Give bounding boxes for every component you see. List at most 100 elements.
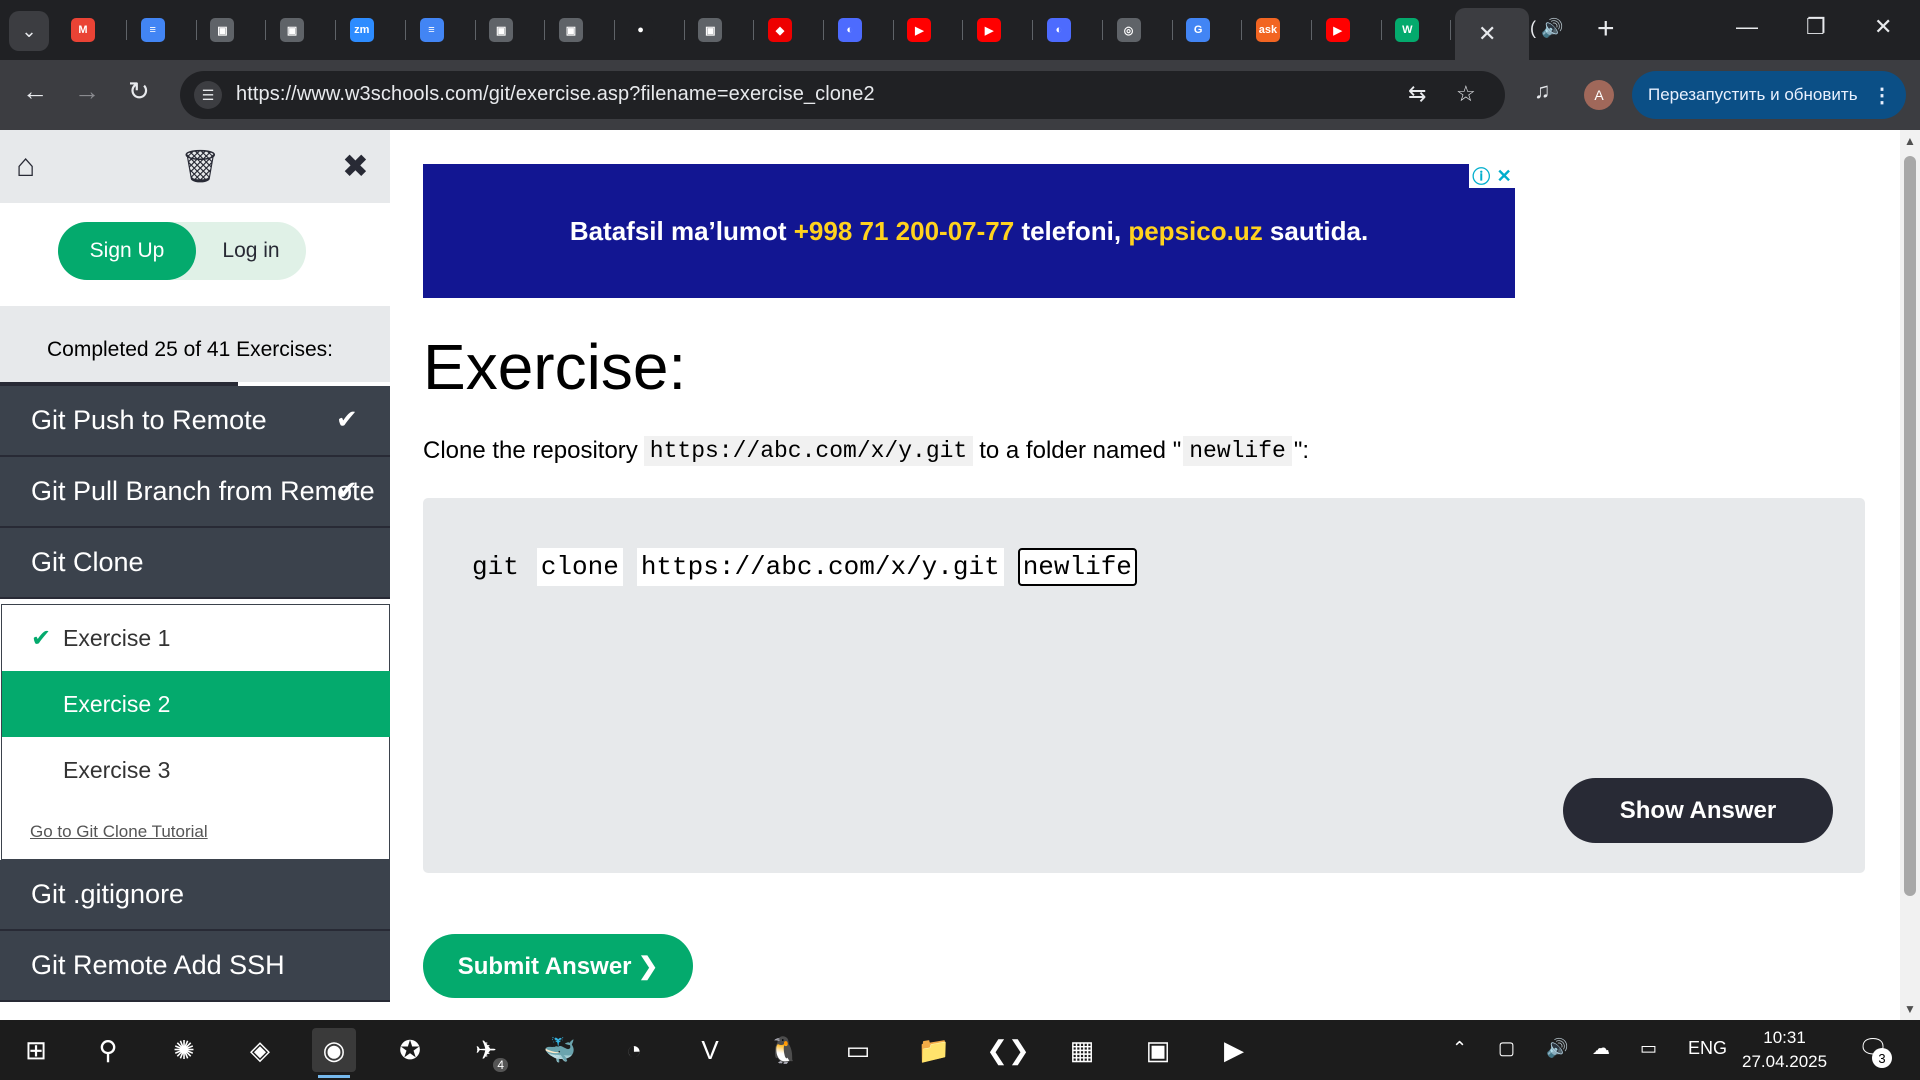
- page-scrollbar[interactable]: ▲ ▼: [1900, 130, 1920, 1020]
- translate-page-icon[interactable]: ⇆: [1408, 81, 1426, 107]
- bookmark-star-icon[interactable]: ☆: [1456, 81, 1476, 107]
- browser-tab[interactable]: ask: [1243, 8, 1312, 52]
- volume-icon[interactable]: 🔊: [1546, 1038, 1568, 1059]
- tab-separator: [1450, 20, 1452, 40]
- site-settings-icon[interactable]: ☰: [194, 81, 222, 109]
- menu-item-git-gitignore[interactable]: Git .gitignore: [0, 860, 390, 931]
- browser-tab[interactable]: ▣: [685, 8, 755, 52]
- browser-tab[interactable]: ◐: [1034, 8, 1103, 52]
- scroll-down-icon[interactable]: ▼: [1904, 1002, 1916, 1016]
- active-tab[interactable]: ✕: [1455, 8, 1529, 60]
- browser-tab[interactable]: M: [58, 8, 127, 52]
- browser-tab[interactable]: ▶: [894, 8, 964, 52]
- menu-item-git-push-to-remote[interactable]: Git Push to Remote ✔: [0, 386, 390, 457]
- onedrive-icon[interactable]: ☁: [1592, 1038, 1610, 1059]
- browser-tab[interactable]: ▣: [546, 8, 615, 52]
- log-in-button[interactable]: Log in: [206, 222, 296, 280]
- close-icon[interactable]: ✖: [342, 147, 369, 185]
- browser-tab[interactable]: G: [1173, 8, 1243, 52]
- audio-tab-speaker-icon[interactable]: ( 🔊: [1530, 18, 1563, 39]
- notification-center-icon[interactable]: 🗨 3: [1858, 1034, 1892, 1068]
- scroll-up-icon[interactable]: ▲: [1904, 134, 1916, 148]
- tutorial-link[interactable]: Go to Git Clone Tutorial: [30, 822, 208, 842]
- terminal-app-icon[interactable]: ▣: [1136, 1028, 1180, 1072]
- close-window-icon[interactable]: ✕: [1874, 14, 1892, 40]
- answer-input[interactable]: newlife: [1017, 548, 1137, 586]
- trash-icon[interactable]: 🗑: [180, 147, 221, 185]
- code-token: git: [472, 552, 519, 582]
- url-text[interactable]: https://www.w3schools.com/git/exercise.a…: [236, 83, 875, 106]
- windows-start-icon[interactable]: ⊞: [14, 1028, 58, 1072]
- menu-item-git-clone[interactable]: Git Clone: [0, 528, 390, 599]
- check-icon: ✔: [31, 624, 52, 652]
- exercise-item-2[interactable]: Exercise 2: [2, 671, 390, 737]
- copilot-icon[interactable]: ◈: [238, 1028, 282, 1072]
- menu-item-git-remote-add-ssh[interactable]: Git Remote Add SSH: [0, 931, 390, 1002]
- reload-icon[interactable]: ↻: [128, 76, 150, 107]
- battery-icon[interactable]: ▭: [1640, 1038, 1657, 1059]
- tray-device-icon[interactable]: ▢: [1498, 1038, 1515, 1059]
- youtube-icon: ▶: [907, 18, 932, 42]
- media-control-icon[interactable]: ♫: [1534, 78, 1551, 104]
- deepseek-icon: ◐: [1046, 18, 1071, 42]
- advertisement-banner[interactable]: Batafsil ma’lumot +998 71 200-07-77 tele…: [423, 164, 1515, 298]
- browser-tab[interactable]: ▣: [197, 8, 267, 52]
- docker-icon[interactable]: 🐳: [538, 1028, 582, 1072]
- youtube-icon: ▶: [1325, 18, 1350, 42]
- new-tab-plus-icon[interactable]: +: [1597, 12, 1615, 46]
- ad-info-icon[interactable]: ⓘ: [1472, 163, 1490, 189]
- browser-tab[interactable]: ◆: [755, 8, 824, 52]
- browser-tab[interactable]: ▣: [267, 8, 337, 52]
- telegram-icon[interactable]: ✈ 4: [464, 1028, 508, 1072]
- browser-tab[interactable]: ▶: [1313, 8, 1382, 52]
- language-indicator[interactable]: ENG: [1688, 1038, 1727, 1059]
- tray-chevron-icon[interactable]: ⌃: [1452, 1038, 1467, 1059]
- browser-tab[interactable]: ▶: [964, 8, 1034, 52]
- forward-arrow-icon[interactable]: →: [74, 76, 100, 107]
- app-x64-icon[interactable]: ▦: [1060, 1028, 1104, 1072]
- menu-item-label: Git Push to Remote: [31, 405, 267, 435]
- close-tab-icon[interactable]: ✕: [1478, 21, 1496, 47]
- sign-up-button[interactable]: Sign Up: [58, 222, 196, 280]
- home-icon[interactable]: ⌂: [16, 147, 35, 184]
- edge-icon[interactable]: ◔: [612, 1028, 656, 1072]
- search-icon[interactable]: ⚲: [86, 1028, 130, 1072]
- browser-tab[interactable]: ≡: [407, 8, 476, 52]
- clock-time: 10:31: [1763, 1028, 1806, 1047]
- address-bar[interactable]: ☰ https://www.w3schools.com/git/exercise…: [180, 71, 1505, 119]
- exercise-item-1[interactable]: ✔ Exercise 1: [2, 605, 390, 671]
- browser-tab[interactable]: W: [1382, 8, 1452, 52]
- browser-tab[interactable]: ◎: [1104, 8, 1173, 52]
- terminal-icon[interactable]: ▭: [836, 1028, 880, 1072]
- file-explorer-icon[interactable]: 📁: [912, 1028, 956, 1072]
- chatgpt-icon[interactable]: ✺: [162, 1028, 206, 1072]
- visual-studio-icon[interactable]: V: [688, 1028, 732, 1072]
- system-clock[interactable]: 10:31 27.04.2025: [1742, 1026, 1827, 1074]
- browser-tab[interactable]: zm: [337, 8, 406, 52]
- more-menu-icon[interactable]: ⋮: [1872, 83, 1892, 108]
- vscode-icon[interactable]: ❮❯: [986, 1028, 1030, 1072]
- gmail-icon: M: [71, 18, 95, 42]
- browser-tab[interactable]: ▣: [476, 8, 546, 52]
- restore-window-icon[interactable]: ❐: [1806, 14, 1826, 40]
- back-arrow-icon[interactable]: ←: [22, 76, 48, 107]
- media-player-icon[interactable]: ▶: [1212, 1028, 1256, 1072]
- browser-tab[interactable]: ≡: [128, 8, 197, 52]
- show-answer-button[interactable]: Show Answer: [1563, 778, 1833, 843]
- penguin-icon[interactable]: 🐧: [762, 1028, 806, 1072]
- tab-search-chevron-icon[interactable]: ⌄: [9, 11, 49, 51]
- scroll-thumb[interactable]: [1904, 156, 1916, 896]
- exercise-sidebar: ⌂ 🗑 ✖ Sign Up Log in Completed 25 of 41 …: [0, 130, 390, 1020]
- docs-icon: ≡: [140, 18, 165, 42]
- restart-update-button[interactable]: Перезапустить и обновить ⋮: [1632, 71, 1906, 119]
- browser-tab[interactable]: ●: [616, 8, 685, 52]
- app-red-icon[interactable]: ✪: [388, 1028, 432, 1072]
- exercise-item-3[interactable]: Exercise 3: [2, 737, 390, 803]
- ad-close-icon[interactable]: ✕: [1497, 166, 1512, 187]
- chrome-icon[interactable]: ◉: [312, 1028, 356, 1078]
- minimize-icon[interactable]: —: [1736, 14, 1758, 40]
- submit-answer-button[interactable]: Submit Answer ❯: [423, 934, 693, 998]
- menu-item-git-pull-branch-from-remote[interactable]: Git Pull Branch from Remote ✔: [0, 457, 390, 528]
- browser-tab[interactable]: ◐: [825, 8, 894, 52]
- profile-avatar[interactable]: A: [1584, 80, 1614, 110]
